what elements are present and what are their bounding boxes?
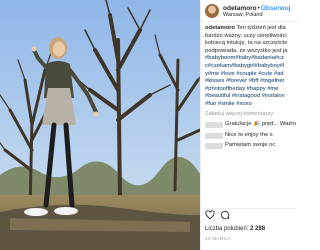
comments-area: odetamoro Ten tydzień jest dla bardzo wa… — [201, 22, 300, 205]
header-separator: • — [257, 5, 260, 12]
post-photo — [0, 0, 200, 250]
likes-label: Liczba polubień: — [205, 226, 249, 232]
likes-number: 2 288 — [250, 226, 266, 232]
header-username[interactable]: odetamoro — [223, 5, 257, 12]
caption-hashtags[interactable]: #babyboom#baby#badania#cz c#czekam#babyg… — [205, 55, 296, 108]
comment-username[interactable] — [205, 122, 223, 129]
comment-icon — [220, 210, 230, 219]
comment-text: Nice to enjoy the s — [225, 131, 273, 138]
location-link[interactable]: Warsaw, Poland — [223, 12, 291, 19]
follow-button[interactable]: Obserwuj — [261, 5, 291, 12]
comment-button[interactable] — [220, 207, 230, 225]
photo-illustration — [0, 0, 200, 250]
comment-row: Gratulacje 🎉 pręd... Ważne żeby zdrowe d… — [205, 121, 296, 129]
comment-row: Pamiętam swoje oc — [205, 142, 296, 150]
avatar[interactable] — [205, 3, 219, 18]
comment-row: Nice to enjoy the s — [205, 132, 296, 140]
comment-text: Gratulacje 🎉 pręd... Ważne żeby zdrowe d… — [225, 121, 296, 128]
like-button[interactable] — [205, 207, 215, 225]
heart-icon — [205, 209, 215, 219]
post-header: odetamoro•Obserwuj Warsaw, Poland — [201, 0, 300, 22]
header-text: odetamoro•Obserwuj Warsaw, Poland — [223, 2, 291, 19]
caption: odetamoro Ten tydzień jest dla bardzo wa… — [205, 25, 296, 109]
comment-text: Pamiętam swoje oc — [225, 142, 276, 149]
post-sidebar: odetamoro•Obserwuj Warsaw, Poland odetam… — [200, 0, 300, 250]
caption-username[interactable]: odetamoro — [205, 25, 235, 31]
load-more-comments-button[interactable]: Załaduj więcej komentarzy — [205, 111, 296, 119]
like-count[interactable]: Liczba polubień: 2 288 — [205, 226, 265, 232]
action-bar — [205, 208, 297, 220]
post-date: 20 MARCA — [205, 237, 231, 242]
comment-username[interactable] — [205, 143, 223, 150]
comment-username[interactable] — [205, 132, 223, 139]
